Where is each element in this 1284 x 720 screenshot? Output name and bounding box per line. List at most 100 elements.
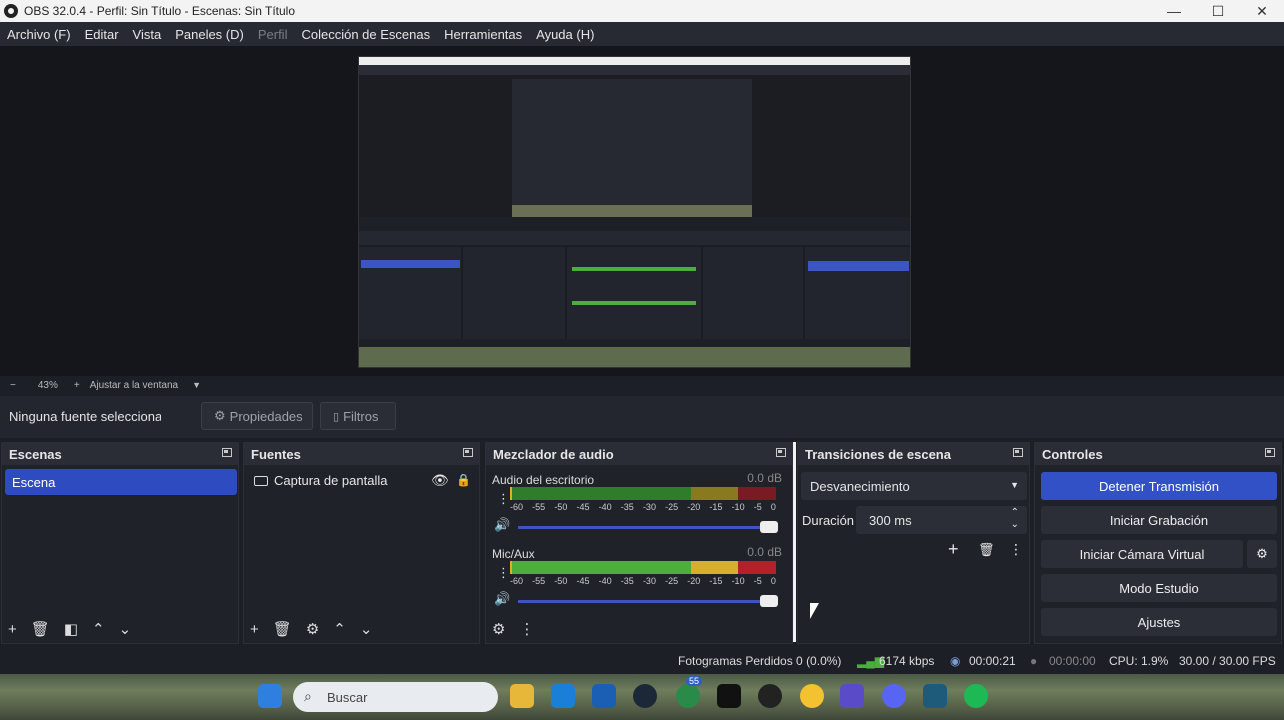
scene-list-item[interactable]: Escena — [5, 469, 237, 495]
windows-start-icon[interactable] — [258, 684, 282, 708]
source-list-item[interactable]: Captura de pantalla — [254, 473, 387, 488]
start-recording-button[interactable]: Iniciar Grabación — [1041, 506, 1277, 534]
spotify-icon[interactable] — [964, 684, 988, 708]
undock-icon[interactable] — [463, 448, 473, 457]
dropped-frames: Fotogramas Perdidos 0 (0.0%) — [678, 654, 842, 668]
scene-filter-icon[interactable]: ◧ — [64, 620, 78, 638]
studio-mode-button[interactable]: Modo Estudio — [1041, 574, 1277, 602]
search-icon: ⌕ — [304, 688, 312, 704]
sources-dock: Fuentes Captura de pantalla 👁 🔒 + 🗑 ⚙ ⌃ … — [243, 442, 480, 644]
epic-games-icon[interactable] — [717, 684, 741, 708]
app-icon[interactable] — [840, 684, 864, 708]
mixer-menu-icon[interactable]: ⋮ — [519, 620, 534, 638]
stream-icon: ◉ — [950, 654, 961, 668]
discord-icon[interactable] — [882, 684, 906, 708]
preview-canvas[interactable] — [358, 56, 911, 368]
outlook-icon[interactable] — [592, 684, 616, 708]
transition-select[interactable]: Desvanecimiento ▼ — [801, 472, 1027, 500]
add-source-icon[interactable]: + — [250, 621, 259, 638]
menu-perfil[interactable]: Perfil — [251, 27, 295, 42]
channel-menu-icon[interactable]: ⋮ — [497, 565, 510, 581]
slider-knob[interactable] — [760, 595, 778, 607]
meter-ticks: -60 -55 -50 -45 -40 -35 -30 -25 -20 -15 -10 -5 0 — [510, 576, 776, 586]
scenes-title: Escenas — [9, 446, 62, 462]
menu-herramientas[interactable]: Herramientas — [437, 27, 529, 42]
virtual-cam-settings-button[interactable]: ⚙ — [1247, 540, 1277, 568]
zoom-in-button[interactable]: + — [74, 380, 80, 391]
menu-ayuda[interactable]: Ayuda (H) — [529, 27, 601, 42]
fit-window-label[interactable]: Ajustar a la ventana — [90, 380, 178, 391]
menu-vista[interactable]: Vista — [126, 27, 169, 42]
duration-stepper[interactable]: 300 ms ⌃ ⌄ — [856, 506, 1027, 534]
menu-paneles[interactable]: Paneles (D) — [168, 27, 251, 42]
dock-splitter[interactable] — [793, 442, 796, 642]
properties-button[interactable]: ⚙ Propiedades — [201, 402, 313, 430]
undock-icon[interactable] — [1265, 448, 1275, 457]
fps: 30.00 / 30.00 FPS — [1179, 654, 1276, 668]
cpu-usage: CPU: 1.9% — [1109, 654, 1169, 668]
whatsapp-icon[interactable]: 55 — [676, 676, 703, 708]
speaker-icon[interactable]: 🔊 — [494, 517, 510, 533]
channel-name: Mic/Aux — [492, 547, 535, 561]
menu-editar[interactable]: Editar — [78, 27, 126, 42]
undock-icon[interactable] — [222, 448, 232, 457]
menu-archivo[interactable]: Archivo (F) — [0, 27, 78, 42]
menu-coleccion-escenas[interactable]: Colección de Escenas — [294, 27, 437, 42]
scene-name: Escena — [12, 474, 56, 490]
minimize-button[interactable]: — — [1152, 0, 1196, 22]
speaker-icon[interactable]: 🔊 — [494, 591, 510, 607]
undock-icon[interactable] — [1013, 448, 1023, 457]
volume-slider[interactable] — [518, 595, 778, 607]
zoom-level: 43% — [37, 379, 58, 391]
duration-label: Duración — [802, 513, 855, 528]
add-scene-icon[interactable]: + — [8, 621, 17, 638]
move-down-icon[interactable]: ⌄ — [360, 620, 373, 638]
start-virtual-cam-button[interactable]: Iniciar Cámara Virtual — [1041, 540, 1243, 568]
move-down-icon[interactable]: ⌄ — [119, 620, 132, 638]
volume-slider[interactable] — [518, 521, 778, 533]
gear-icon: ⚙ — [1256, 546, 1268, 561]
store-icon[interactable] — [551, 684, 575, 708]
stop-stream-button[interactable]: Detener Transmisión — [1041, 472, 1277, 500]
file-explorer-icon[interactable] — [510, 684, 534, 708]
trash-icon[interactable]: 🗑 — [273, 620, 292, 638]
chrome-icon[interactable] — [800, 684, 824, 708]
lock-icon[interactable]: 🔒 — [456, 473, 471, 487]
volume-meter — [510, 561, 776, 574]
settings-button[interactable]: Ajustes — [1041, 608, 1277, 636]
search-placeholder: Buscar — [327, 689, 368, 705]
fit-dropdown-icon[interactable]: ▼ — [192, 380, 201, 390]
transition-menu-icon[interactable]: ⋮ — [1009, 541, 1023, 558]
trash-icon[interactable]: 🗑 — [978, 542, 995, 558]
trash-icon[interactable]: 🗑 — [31, 620, 50, 638]
controls-dock: Controles Detener Transmisión Iniciar Gr… — [1034, 442, 1282, 644]
notification-badge: 55 — [686, 676, 703, 686]
eye-icon[interactable]: 👁 — [431, 472, 449, 489]
scenes-dock: Escenas Escena + 🗑 ◧ ⌃ ⌄ — [1, 442, 239, 644]
source-settings-icon[interactable]: ⚙ — [306, 620, 319, 638]
mixer-title: Mezclador de audio — [493, 446, 614, 462]
filter-icon: ▯ — [333, 410, 340, 423]
undock-icon[interactable] — [776, 448, 786, 457]
transitions-dock: Transiciones de escena Desvanecimiento ▼… — [797, 442, 1030, 644]
add-transition-icon[interactable]: + — [948, 539, 959, 560]
zoom-out-button[interactable]: − — [10, 380, 16, 391]
source-name: Captura de pantalla — [274, 473, 388, 488]
maximize-button[interactable]: ☐ — [1196, 0, 1240, 22]
record-icon: ● — [1030, 654, 1038, 668]
obs-taskbar-icon[interactable] — [758, 684, 782, 708]
slider-knob[interactable] — [760, 521, 778, 533]
app-icon[interactable] — [923, 684, 947, 708]
channel-menu-icon[interactable]: ⋮ — [497, 491, 510, 507]
move-up-icon[interactable]: ⌃ — [92, 620, 105, 638]
bitrate: 6174 kbps — [879, 654, 935, 668]
stepper-arrows-icon[interactable]: ⌃ ⌄ — [1011, 507, 1019, 531]
close-window-button[interactable]: ✕ — [1240, 0, 1284, 22]
properties-label: Propiedades — [229, 408, 303, 424]
taskbar-search[interactable]: ⌕ Buscar — [293, 682, 498, 712]
steam-icon[interactable] — [633, 684, 657, 708]
filters-button[interactable]: ▯ Filtros — [320, 402, 396, 430]
status-bar: Fotogramas Perdidos 0 (0.0%) ▂▄▆ 6174 kb… — [0, 648, 1284, 674]
move-up-icon[interactable]: ⌃ — [333, 620, 346, 638]
advanced-audio-icon[interactable]: ⚙ — [492, 620, 505, 638]
